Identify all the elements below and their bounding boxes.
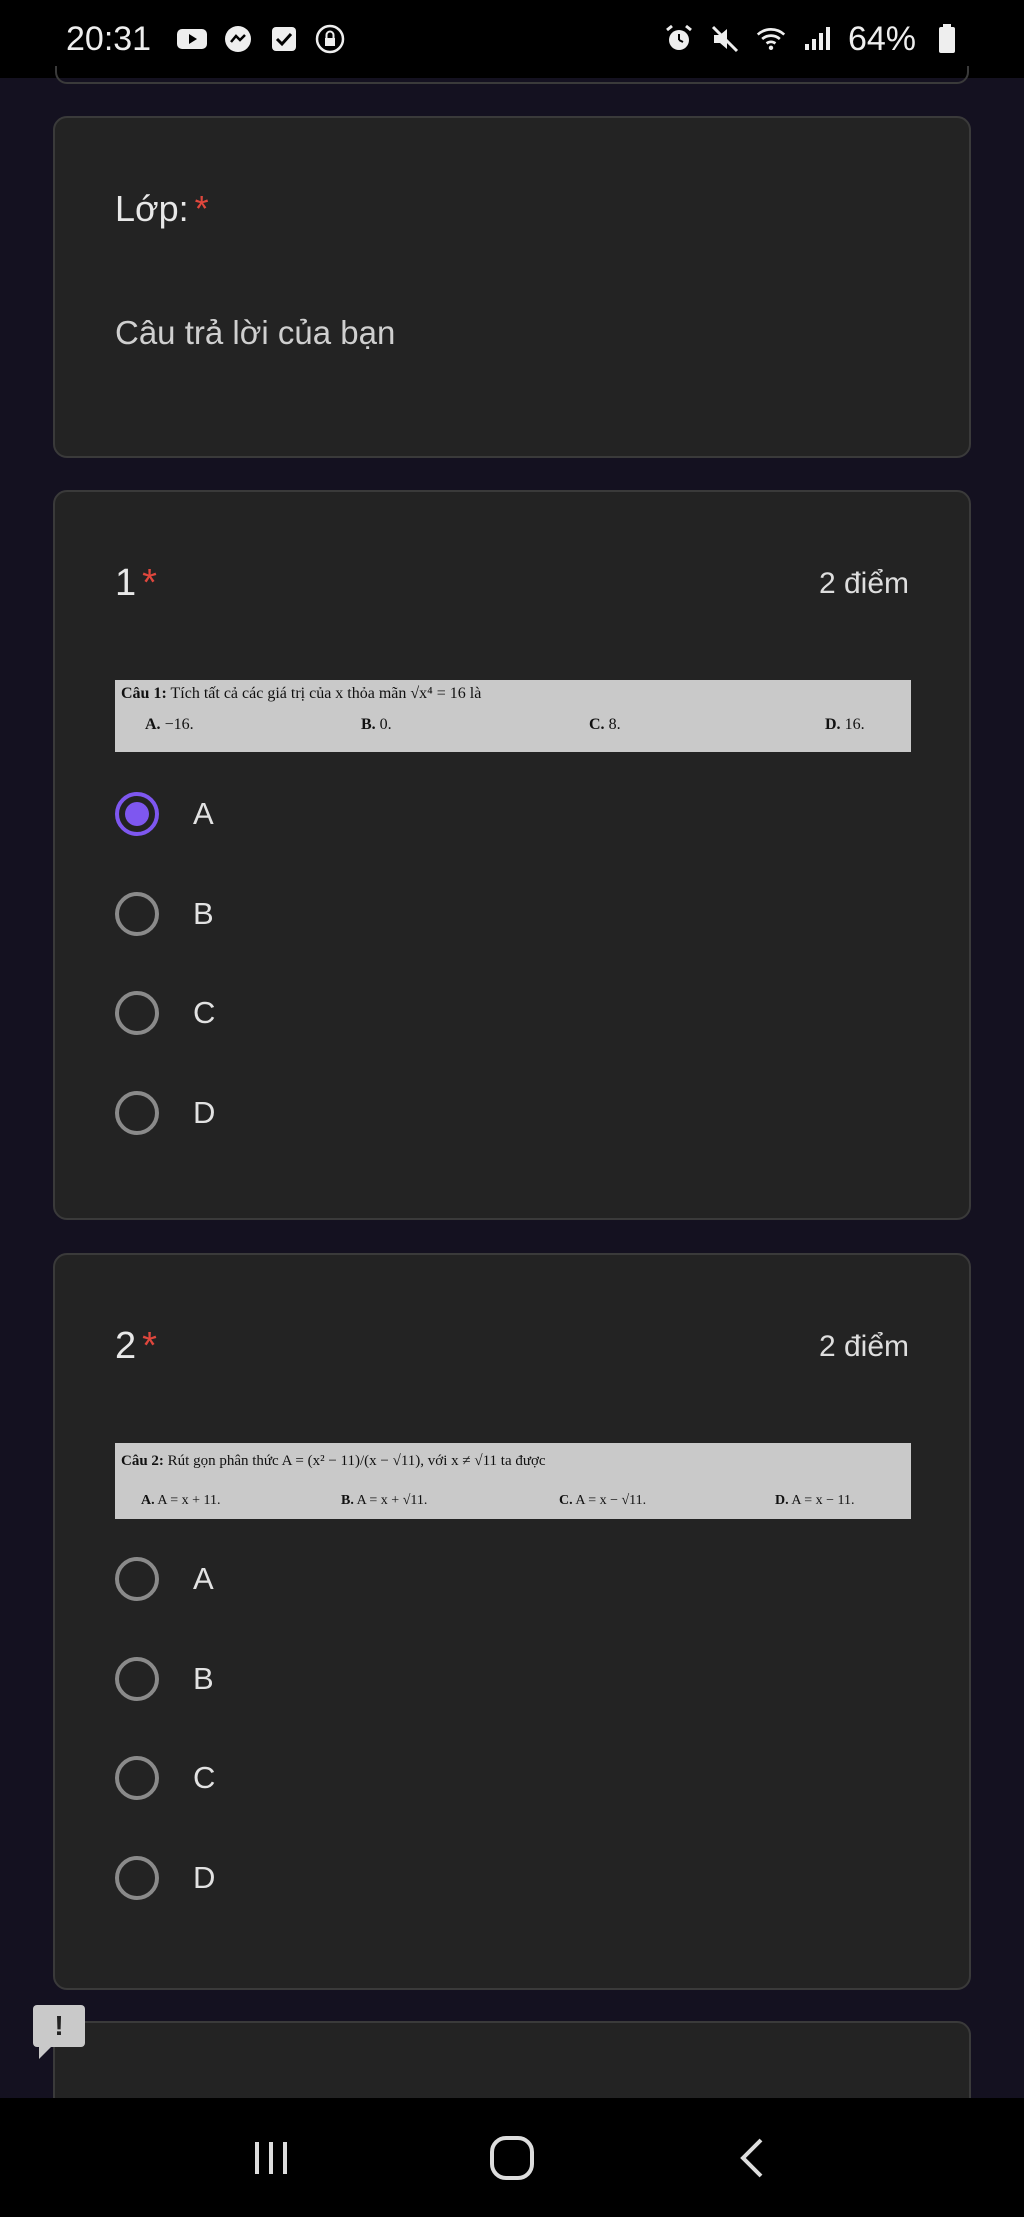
class-field-label: Lớp: * (115, 188, 209, 230)
recent-apps-button[interactable] (231, 2118, 311, 2198)
question-image-option: C. 8. (589, 716, 621, 734)
signal-icon (802, 26, 832, 52)
question-image-option-letter: A. (141, 1493, 155, 1508)
status-time: 20:31 (66, 19, 152, 58)
question-image-option: D. A = x − 11. (775, 1493, 854, 1509)
messenger-icon (223, 26, 253, 52)
home-button[interactable] (472, 2118, 552, 2198)
radio-button[interactable] (115, 1856, 159, 1900)
radio-button[interactable] (115, 1557, 159, 1601)
question-image-option: A. A = x + 11. (141, 1493, 220, 1509)
required-asterisk: * (194, 188, 209, 229)
question-image-option-letter: D. (825, 716, 841, 733)
back-button[interactable] (713, 2118, 793, 2198)
question-card-1: 1 * 2 điểm Câu 1: Tích tất cả các giá trị… (53, 490, 971, 1220)
question-image-option-text: −16. (164, 716, 194, 733)
recent-apps-icon (254, 2141, 287, 2174)
question-stem: Câu 2: Rút gọn phân thức A = (x² − 11)/(… (121, 1453, 546, 1470)
question-image-option: A. −16. (145, 716, 194, 734)
wifi-icon (756, 26, 786, 52)
question-image-option-text: 0. (379, 716, 392, 733)
option-label: B (193, 1661, 214, 1696)
question-points: 2 điểm (818, 1330, 909, 1363)
question-stem-text: Rút gọn phân thức A = (x² − 11)/(x − √11… (167, 1453, 546, 1469)
battery-icon (932, 24, 962, 53)
question-stem-label: Câu 1: (121, 685, 167, 702)
class-field-label-text: Lớp: (115, 188, 189, 229)
youtube-icon (177, 26, 208, 52)
question-number-text: 1 (115, 562, 137, 604)
question-image-option: B. 0. (361, 716, 392, 734)
required-asterisk: * (142, 562, 157, 604)
question-card-2: 2 * 2 điểm Câu 2: Rút gọn phân thức A = (… (53, 1253, 971, 1990)
option-a[interactable]: A (115, 784, 214, 844)
option-b[interactable]: B (115, 1649, 214, 1709)
question-image-option-text: 16. (844, 716, 865, 733)
radio-button[interactable] (115, 1657, 159, 1701)
option-a[interactable]: A (115, 1549, 214, 1609)
question-image-option-text: A = x + √11. (356, 1493, 428, 1508)
question-number-text: 2 (115, 1325, 137, 1367)
option-d[interactable]: D (115, 1083, 215, 1143)
question-image: Câu 1: Tích tất cả các giá trị của x thỏ… (115, 680, 911, 752)
question-image-option-text: A = x − 11. (791, 1493, 855, 1508)
question-image-option: C. A = x − √11. (559, 1493, 646, 1509)
status-bar-right: 64% (664, 20, 962, 59)
option-label: D (193, 1860, 216, 1895)
radio-button[interactable] (115, 1091, 159, 1135)
feedback-icon: ! (54, 2010, 64, 2041)
question-stem-text: Tích tất cả các giá trị của x thỏa mãn √… (170, 685, 482, 702)
radio-button[interactable] (115, 991, 159, 1035)
option-label: D (193, 1095, 216, 1130)
alarm-icon (664, 24, 694, 52)
option-label: A (193, 796, 214, 831)
option-b[interactable]: B (115, 884, 214, 944)
option-c[interactable]: C (115, 983, 215, 1043)
option-label: C (193, 1760, 216, 1795)
question-image-option-letter: C. (589, 716, 605, 733)
checkbox-icon (269, 26, 299, 52)
status-bar-left: 20:31 (66, 20, 345, 59)
back-icon (740, 2138, 763, 2177)
question-image-option-text: A = x − √11. (575, 1493, 647, 1508)
question-image-option-text: 8. (608, 716, 621, 733)
option-label: B (193, 896, 214, 931)
required-asterisk: * (142, 1325, 157, 1367)
question-number: 2 * (115, 1325, 157, 1368)
class-answer-input[interactable]: Câu trả lời của bạn (115, 314, 395, 352)
question-number: 1 * (115, 562, 157, 605)
option-label: A (193, 1561, 214, 1596)
report-feedback-button[interactable]: ! (33, 2005, 85, 2059)
battery-percentage: 64% (847, 19, 916, 58)
question-image-option: D. 16. (825, 716, 865, 734)
option-label: C (193, 995, 216, 1030)
radio-button[interactable] (115, 1756, 159, 1800)
question-image-option-letter: A. (145, 716, 161, 733)
question-image-option-letter: C. (559, 1493, 573, 1508)
question-image-option-letter: B. (361, 716, 376, 733)
option-d[interactable]: D (115, 1848, 215, 1908)
class-field-card: Lớp: * Câu trả lời của bạn (53, 116, 971, 458)
question-points: 2 điểm (818, 567, 909, 600)
previous-card-edge (55, 66, 969, 84)
radio-button-checked[interactable] (115, 792, 159, 836)
question-image-option-letter: D. (775, 1493, 789, 1508)
mute-icon (710, 25, 740, 53)
system-navigation-bar (0, 2098, 1024, 2217)
question-stem: Câu 1: Tích tất cả các giá trị của x thỏ… (121, 685, 481, 703)
option-c[interactable]: C (115, 1748, 215, 1808)
question-stem-label: Câu 2: (121, 1453, 164, 1469)
home-icon (489, 2135, 534, 2180)
question-image-option: B. A = x + √11. (341, 1493, 427, 1509)
question-image: Câu 2: Rút gọn phân thức A = (x² − 11)/(… (115, 1443, 911, 1519)
question-image-option-text: A = x + 11. (157, 1493, 221, 1508)
question-image-option-letter: B. (341, 1493, 354, 1508)
radio-button[interactable] (115, 892, 159, 936)
lock-icon (315, 24, 345, 54)
